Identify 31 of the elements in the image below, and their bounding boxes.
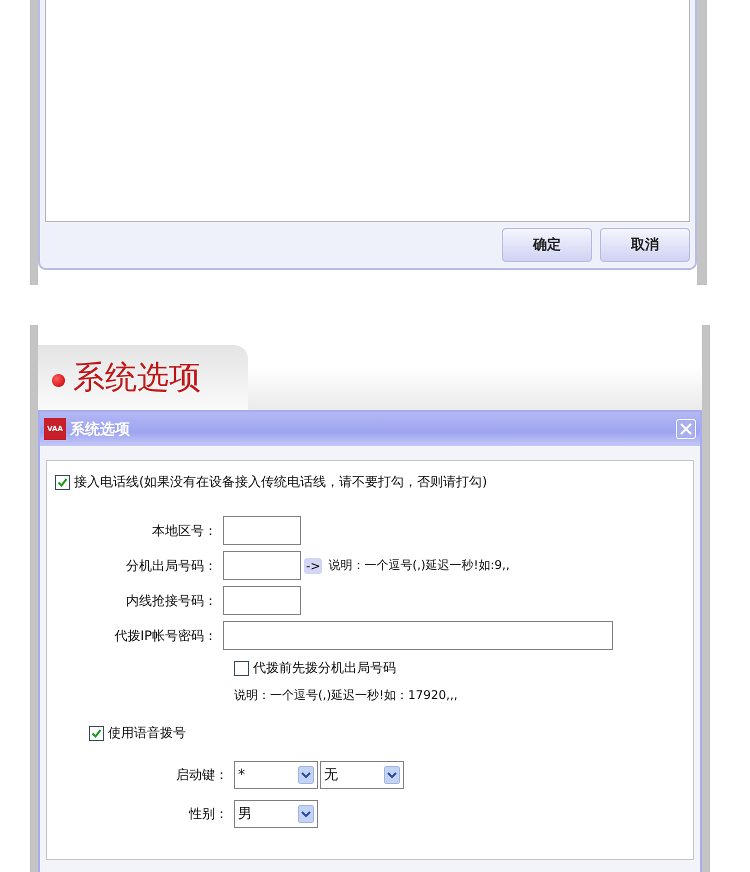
field-label: 本地区号：: [151, 522, 218, 540]
input-field[interactable]: [223, 551, 301, 580]
field-label: 启动键：: [175, 766, 229, 784]
chevron-down-icon: [298, 766, 314, 784]
input-field[interactable]: [223, 516, 301, 545]
field-label: 代拨IP帐号密码：: [113, 628, 218, 644]
arrow-button[interactable]: ->: [304, 558, 322, 574]
dropdown[interactable]: 无: [320, 760, 404, 788]
field-label: 分机出局号码：: [125, 558, 218, 574]
dialog-button[interactable]: 取消: [600, 228, 690, 262]
checkbox-label: 接入电话线(如果没有在设备接入传统电话线，请不要打勾，否则请打勾): [74, 474, 488, 491]
bullet-icon: [52, 374, 65, 387]
dialog-button[interactable]: 确定: [502, 228, 592, 262]
checkbox[interactable]: [89, 726, 104, 740]
window-title: 系统选项: [70, 420, 131, 438]
hint-text: 说明：一个逗号(,)延迟一秒!如：17920,,,: [233, 687, 459, 704]
dropdown[interactable]: 男: [234, 800, 318, 828]
input-field[interactable]: [223, 586, 301, 615]
close-button[interactable]: [676, 419, 696, 439]
section-heading: 系统选项: [73, 356, 201, 398]
checkbox-label: 使用语音拨号: [108, 725, 186, 742]
checkbox[interactable]: [234, 660, 249, 676]
hint-text: 说明：一个逗号(,)延迟一秒!如:9,,: [328, 557, 510, 574]
dropdown[interactable]: *: [234, 760, 318, 788]
input-field[interactable]: [223, 621, 613, 650]
checkbox-label: 代拨前先拨分机出局号码: [253, 660, 396, 677]
checkbox[interactable]: [55, 474, 70, 490]
chevron-down-icon: [384, 766, 400, 784]
field-label: 内线抢接号码：: [125, 592, 218, 610]
field-label: 性别：: [188, 806, 229, 822]
chevron-down-icon: [298, 804, 314, 822]
